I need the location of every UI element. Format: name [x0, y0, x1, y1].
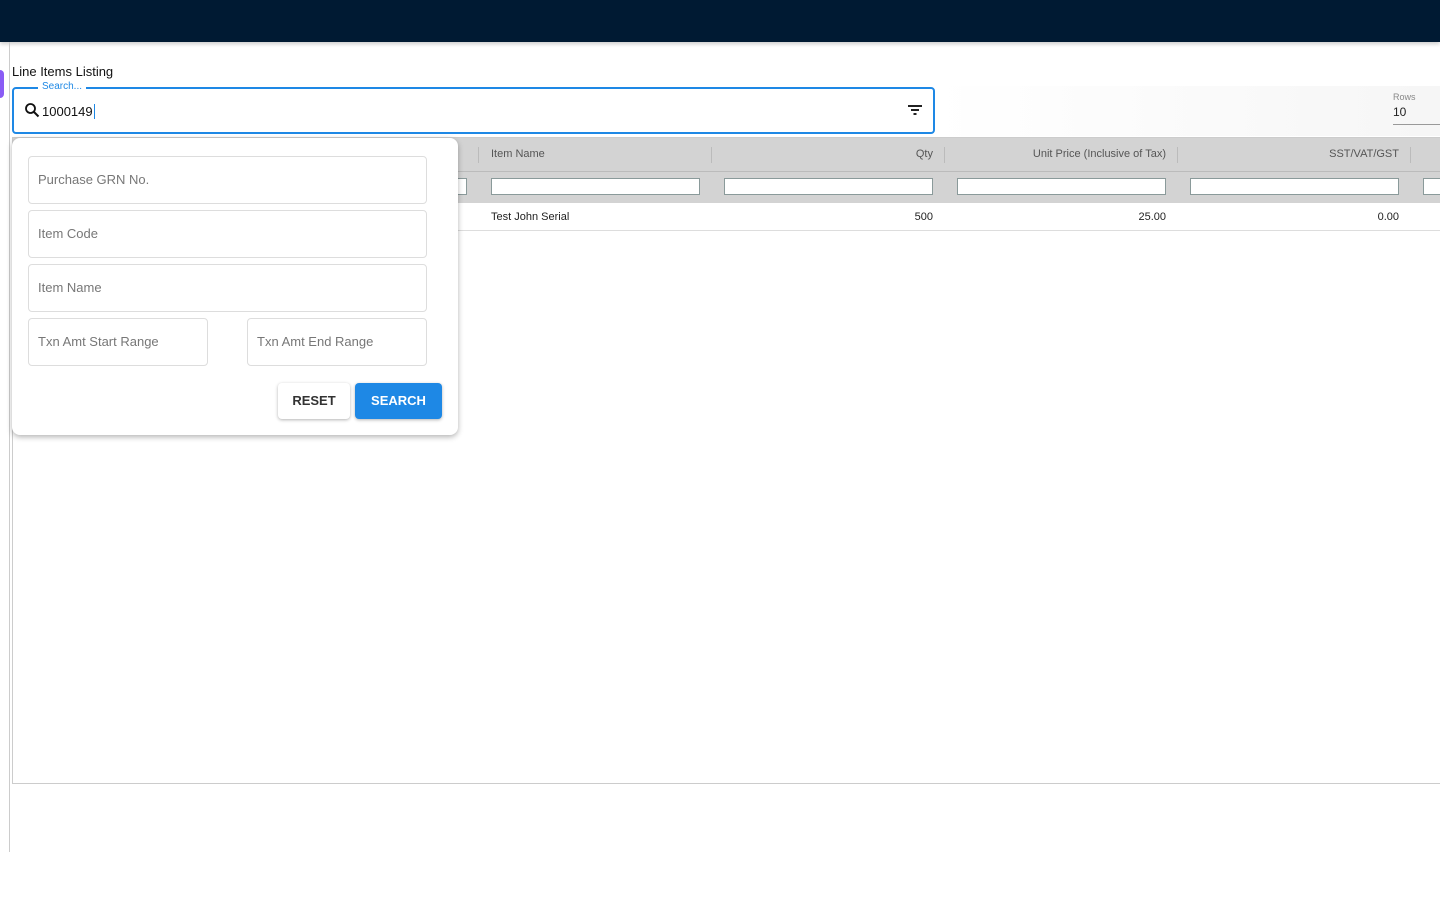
search-button[interactable]: SEARCH: [355, 383, 442, 419]
rows-value: 10: [1393, 105, 1407, 119]
column-separator[interactable]: [478, 147, 479, 163]
search-icon: [24, 102, 40, 123]
reset-button[interactable]: RESET: [278, 383, 350, 419]
purchase-grn-field[interactable]: Purchase GRN No.: [28, 156, 427, 204]
search-label: Search...: [38, 81, 87, 92]
search-input[interactable]: Search... 1000149: [12, 81, 935, 134]
txn-amt-end-field[interactable]: Txn Amt End Range: [247, 318, 427, 366]
column-header-tax[interactable]: SST/VAT/GST: [1178, 138, 1411, 171]
advanced-filter-panel: Purchase GRN No. Item Code Item Name Txn…: [12, 138, 458, 435]
cell-tax: 0.00: [1377, 211, 1399, 223]
filter-icon[interactable]: [907, 103, 923, 122]
unit-price-filter-input[interactable]: [957, 178, 1166, 195]
column-filter-input[interactable]: [1423, 178, 1440, 195]
item-code-field[interactable]: Item Code: [28, 210, 427, 258]
page-title: Line Items Listing: [12, 64, 114, 79]
cell-qty: 500: [914, 211, 933, 223]
rows-label: Rows: [1393, 92, 1416, 102]
txn-amt-start-field[interactable]: Txn Amt Start Range: [28, 318, 208, 366]
rows-per-page-select[interactable]: Rows 10: [1393, 92, 1440, 125]
sidebar-toggle[interactable]: [0, 70, 4, 98]
column-header-unit-price[interactable]: Unit Price (Inclusive of Tax): [945, 138, 1178, 171]
column-separator[interactable]: [1410, 147, 1411, 163]
tax-filter-input[interactable]: [1190, 178, 1399, 195]
item-name-filter-input[interactable]: [491, 178, 700, 195]
top-navbar: [0, 0, 1440, 42]
column-header-qty[interactable]: Qty: [712, 138, 945, 171]
column-separator[interactable]: [711, 147, 712, 163]
qty-filter-input[interactable]: [724, 178, 933, 195]
sidebar-divider: [9, 42, 10, 852]
item-name-field[interactable]: Item Name: [28, 264, 427, 312]
cell-unit-price: 25.00: [1138, 211, 1166, 223]
column-separator[interactable]: [1177, 147, 1178, 163]
column-separator[interactable]: [944, 147, 945, 163]
column-header-item-name[interactable]: Item Name: [479, 138, 712, 171]
cell-item-name: Test John Serial: [491, 211, 570, 223]
search-value: 1000149: [42, 104, 95, 119]
toolbar: [935, 86, 1440, 136]
